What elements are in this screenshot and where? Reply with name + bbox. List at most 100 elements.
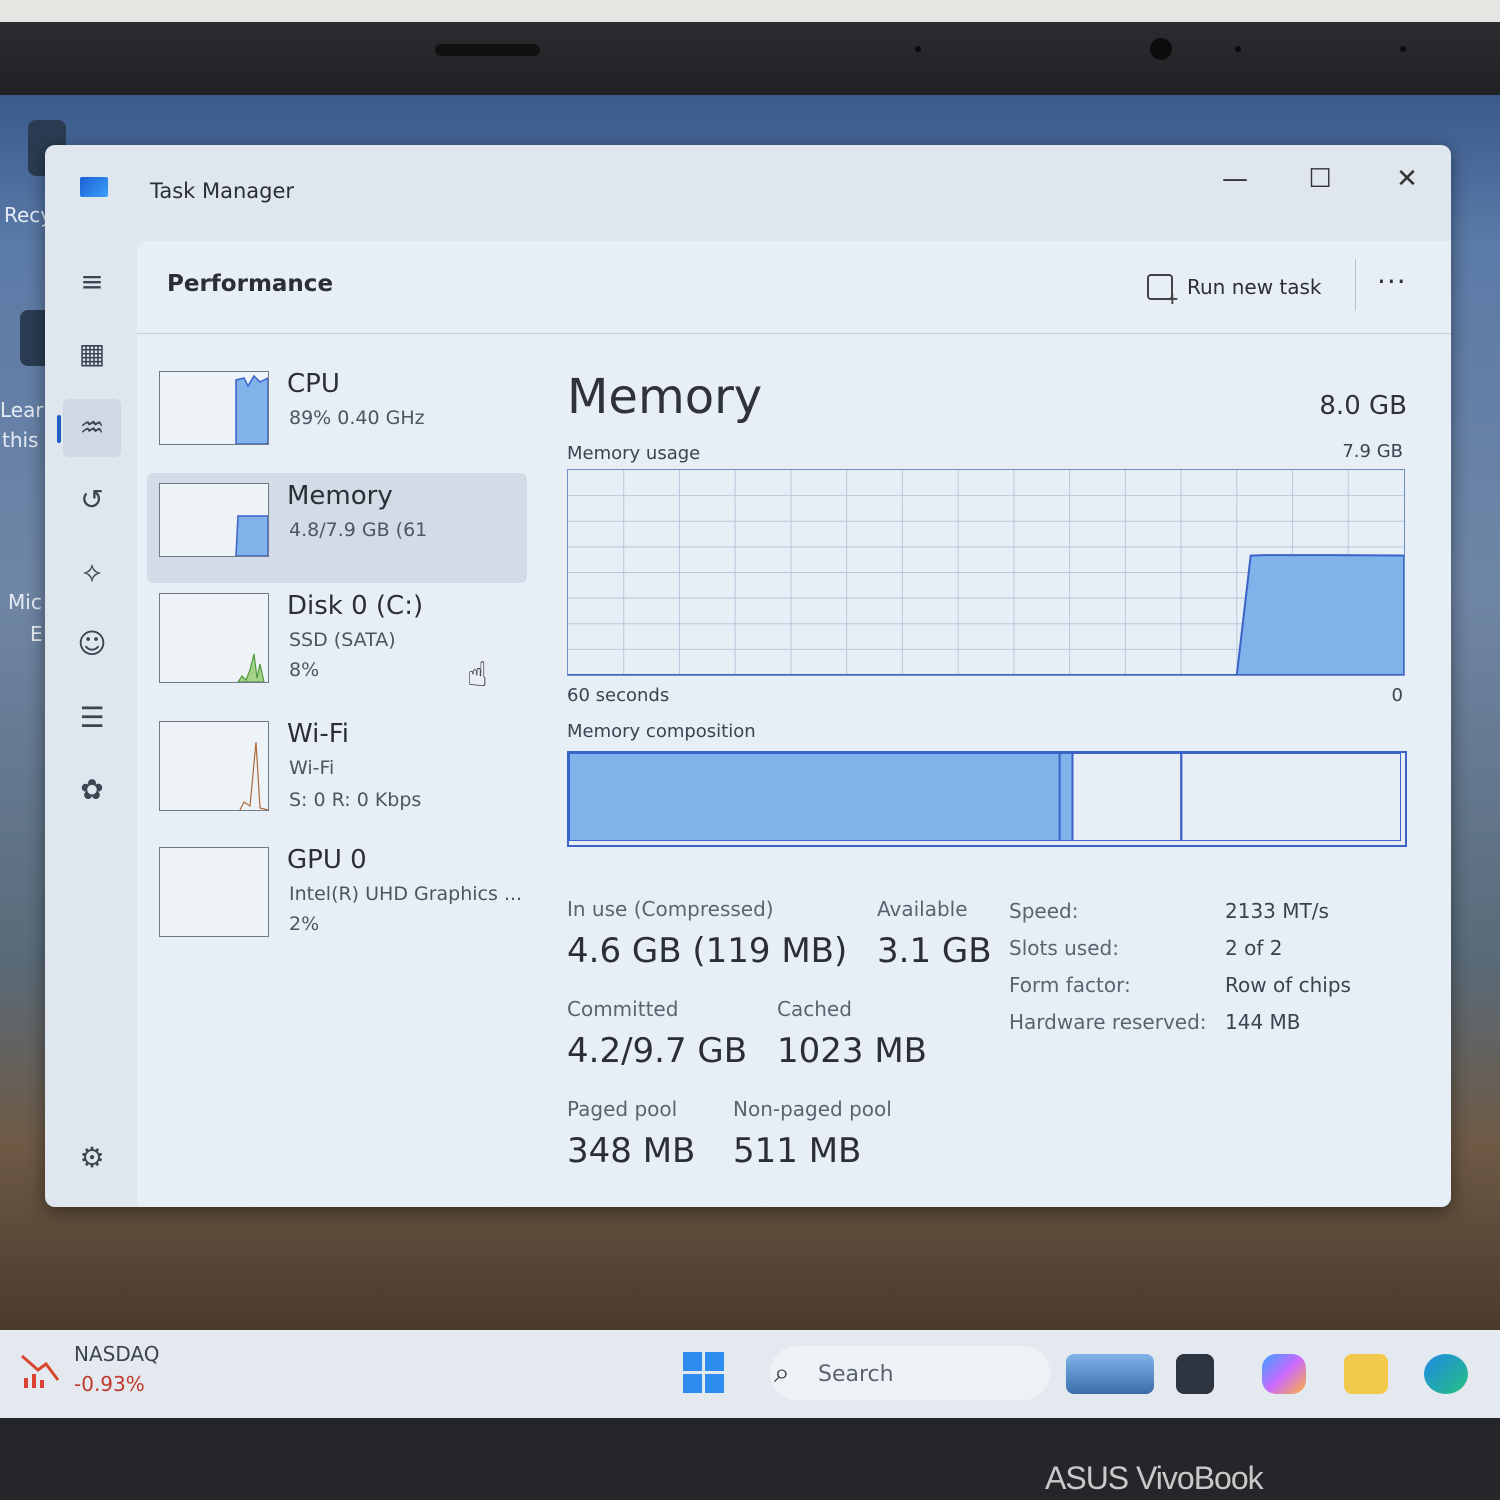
windows-logo-tile: [683, 1374, 702, 1393]
desktop-label: E: [30, 622, 43, 646]
copilot-icon[interactable]: [1262, 1354, 1306, 1394]
wifi-thumbnail: [159, 721, 269, 811]
laptop-bezel-bottom: [0, 1418, 1500, 1500]
spec-value: Row of chips: [1225, 973, 1351, 997]
bezel-sensor: [1235, 46, 1241, 52]
title-bar[interactable]: Task Manager — ☐ ✕: [45, 145, 1451, 237]
nonpaged-pool-label: Non-paged pool: [733, 1097, 892, 1121]
sidebar: ≡ ▦ ♒ ↺ ⟡ ☺ ☰ ✿ ⚙: [45, 237, 137, 1207]
perf-item-gpu[interactable]: GPU 0 Intel(R) UHD Graphics ... 2%: [147, 837, 527, 947]
task-manager-icon: [80, 177, 108, 197]
perf-item-detail: 89% 0.40 GHz: [289, 407, 425, 429]
composition-label: Memory composition: [567, 721, 756, 742]
cached-label: Cached: [777, 997, 852, 1021]
maximize-button[interactable]: ☐: [1290, 157, 1350, 201]
perf-item-wifi[interactable]: Wi-Fi Wi-Fi S: 0 R: 0 Kbps: [147, 711, 527, 821]
header-divider: [137, 333, 1451, 334]
app-history-icon[interactable]: ↺: [63, 471, 121, 529]
more-options-icon[interactable]: ···: [1377, 265, 1407, 298]
users-icon[interactable]: ☺: [63, 615, 121, 673]
laptop-bezel-top: [0, 0, 1500, 95]
widgets-icon[interactable]: [1066, 1354, 1154, 1394]
brand-logo: ASUS VivoBook: [1045, 1460, 1264, 1496]
spec-value: 2133 MT/s: [1225, 899, 1329, 923]
minimize-button[interactable]: —: [1205, 157, 1265, 201]
processes-icon[interactable]: ▦: [63, 325, 121, 383]
start-button[interactable]: [683, 1352, 725, 1394]
cpu-thumbnail: [159, 371, 269, 445]
startup-apps-icon[interactable]: ⟡: [63, 543, 121, 601]
memory-usage-area: [568, 554, 1405, 676]
settings-icon[interactable]: ⚙: [63, 1129, 121, 1187]
perf-item-detail: Intel(R) UHD Graphics ...: [289, 883, 523, 905]
committed-value: 4.2/9.7 GB: [567, 1031, 748, 1071]
stock-down-icon[interactable]: [20, 1350, 60, 1390]
perf-item-detail: SSD (SATA): [289, 629, 396, 651]
disk-thumbnail: [159, 593, 269, 683]
perf-item-detail: Wi-Fi: [289, 757, 335, 779]
perf-item-cpu[interactable]: CPU 89% 0.40 GHz: [147, 361, 527, 471]
perf-item-memory[interactable]: Memory 4.8/7.9 GB (61: [147, 473, 527, 583]
spec-value: 144 MB: [1225, 1010, 1301, 1034]
windows-logo-tile: [683, 1352, 702, 1371]
folder-icon[interactable]: [1344, 1354, 1388, 1394]
gpu-thumbnail: [159, 847, 269, 937]
details-icon[interactable]: ☰: [63, 689, 121, 747]
spec-label: Form factor:: [1009, 973, 1131, 997]
chart-time-start: 60 seconds: [567, 685, 670, 706]
desktop-label: this: [2, 428, 39, 452]
run-task-icon: [1147, 274, 1179, 308]
menu-icon[interactable]: ≡: [63, 253, 121, 311]
perf-item-name: Disk 0 (C:): [287, 591, 424, 621]
bezel-sensor: [1400, 46, 1406, 52]
task-manager-window: Task Manager — ☐ ✕ ≡ ▦ ♒ ↺ ⟡ ☺ ☰ ✿ ⚙ Per…: [45, 145, 1451, 1207]
main-content: Performance Run new task ··· CPU 89% 0.4…: [137, 241, 1451, 1207]
services-icon[interactable]: ✿: [63, 761, 121, 819]
memory-usage-chart: [567, 469, 1405, 676]
webcam: [1150, 38, 1172, 60]
search-placeholder: Search: [818, 1362, 894, 1387]
detail-title: Memory: [567, 369, 763, 425]
spec-label: Hardware reserved:: [1009, 1010, 1207, 1034]
taskbar: NASDAQ -0.93% ⌕ Search: [0, 1330, 1500, 1418]
memory-total: 8.0 GB: [1319, 391, 1407, 421]
memory-thumbnail: [159, 483, 269, 557]
cached-value: 1023 MB: [777, 1031, 927, 1071]
run-new-task-label: Run new task: [1187, 275, 1322, 299]
composition-in-use: [568, 752, 1061, 842]
usage-chart-max: 7.9 GB: [1342, 441, 1403, 462]
search-box[interactable]: ⌕ Search: [770, 1346, 1050, 1400]
active-indicator: [57, 415, 61, 443]
paged-pool-label: Paged pool: [567, 1097, 678, 1121]
bezel-slot: [435, 44, 540, 56]
desktop-label: Mic: [8, 590, 42, 614]
bezel-sensor: [915, 46, 921, 52]
spec-label: Speed:: [1009, 899, 1079, 923]
edge-browser-icon[interactable]: [1424, 1354, 1468, 1394]
chart-time-end: 0: [1391, 685, 1403, 706]
in-use-value: 4.6 GB (119 MB): [567, 931, 848, 971]
perf-item-throughput: S: 0 R: 0 Kbps: [289, 789, 422, 811]
composition-standby: [1071, 752, 1183, 842]
spec-value: 2 of 2: [1225, 936, 1283, 960]
memory-usage-graph: [568, 470, 1405, 676]
file-explorer-icon[interactable]: [1176, 1354, 1214, 1394]
stock-change: -0.93%: [74, 1372, 145, 1396]
perf-item-usage: 8%: [289, 659, 320, 681]
windows-logo-tile: [705, 1374, 724, 1393]
memory-composition-bar: [567, 751, 1407, 847]
composition-free: [1180, 752, 1402, 842]
composition-graph: [568, 752, 1402, 842]
in-use-label: In use (Compressed): [567, 897, 774, 921]
windows-logo-tile: [705, 1352, 724, 1371]
run-new-task-button[interactable]: Run new task: [1147, 267, 1322, 308]
close-button[interactable]: ✕: [1377, 157, 1437, 201]
usage-chart-label: Memory usage: [567, 443, 701, 464]
stock-name[interactable]: NASDAQ: [74, 1342, 159, 1366]
available-label: Available: [877, 897, 968, 921]
window-title: Task Manager: [150, 179, 295, 203]
available-value: 3.1 GB: [877, 931, 992, 971]
performance-icon[interactable]: ♒: [63, 399, 121, 457]
perf-item-name: Wi-Fi: [287, 719, 350, 749]
toolbar-divider: [1355, 259, 1356, 311]
